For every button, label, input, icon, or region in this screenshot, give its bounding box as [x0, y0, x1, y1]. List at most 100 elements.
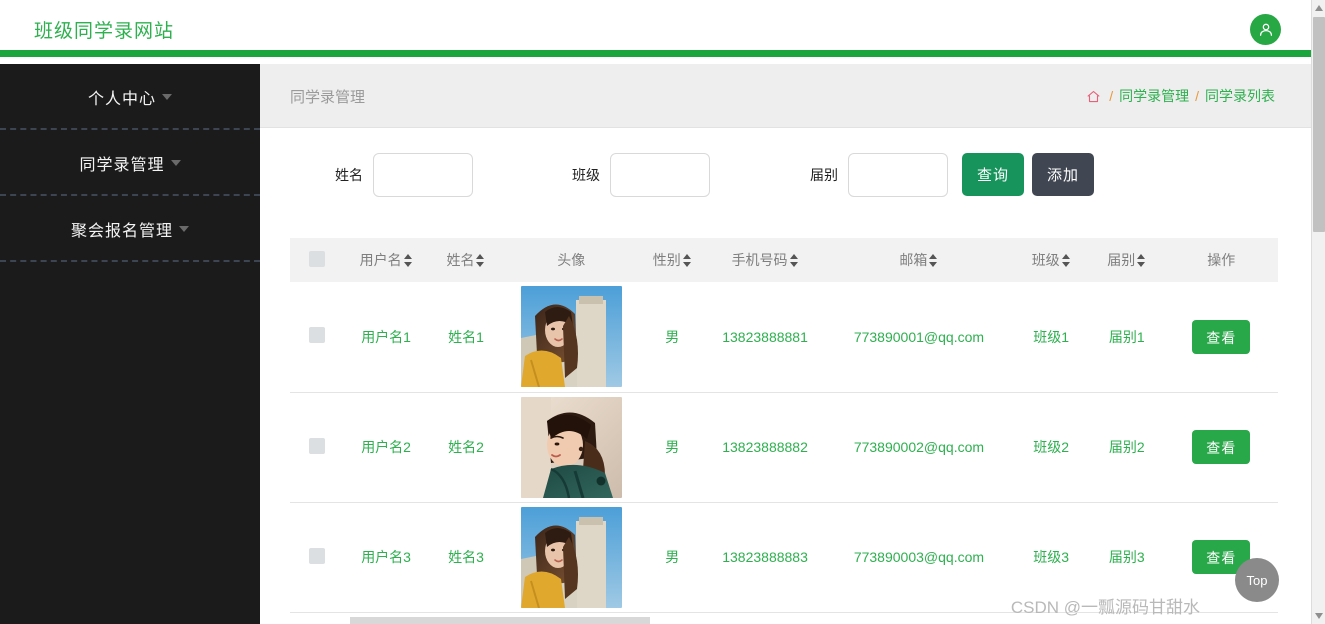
vertical-scrollbar[interactable] — [1311, 0, 1325, 624]
sort-icon[interactable] — [1061, 254, 1071, 267]
main-content: 同学录管理 / 同学录管理 / 同学录列表 姓名 班级 届别 查询 添加 用户名… — [260, 64, 1311, 624]
chevron-down-icon — [179, 226, 189, 232]
search-label-batch: 届别 — [810, 166, 838, 183]
cell-name: 姓名1 — [428, 282, 504, 393]
sidebar-item-label: 聚会报名管理 — [70, 223, 173, 240]
table-body: 用户名1 姓名1 男 13823888881 773890001@qq.com … — [290, 282, 1278, 613]
page-title: 同学录管理 — [290, 89, 366, 106]
column-batch-label: 届别 — [1107, 252, 1136, 268]
sidebar-item-reunion-signup-management[interactable]: 聚会报名管理 — [0, 196, 260, 262]
row-select-cell[interactable] — [290, 392, 344, 503]
column-select-all[interactable] — [290, 238, 344, 282]
chevron-down-icon — [170, 160, 181, 166]
cell-phone: 13823888883 — [705, 502, 825, 613]
cell-sex: 男 — [638, 502, 706, 613]
sidebar-item-label: 个人中心 — [87, 91, 156, 108]
cell-email: 773890002@qq.com — [824, 392, 1014, 503]
cell-name: 姓名2 — [428, 392, 504, 503]
cell-sex: 男 — [638, 282, 706, 393]
cell-avatar — [503, 502, 639, 613]
sort-icon[interactable] — [682, 254, 692, 267]
cell-username: 用户名1 — [343, 282, 429, 393]
cell-avatar — [503, 282, 639, 393]
search-label-name: 姓名 — [335, 166, 363, 183]
row-checkbox[interactable] — [308, 327, 325, 344]
add-button[interactable]: 添加 — [1032, 153, 1094, 196]
sidebar-item-yearbook-management[interactable]: 同学录管理 — [0, 130, 260, 196]
search-label-class: 班级 — [572, 166, 600, 183]
query-button[interactable]: 查询 — [962, 153, 1024, 196]
column-username-label: 用户名 — [359, 252, 402, 268]
top-header: 班级同学录网站 — [0, 0, 1311, 57]
breadcrumb-item-yearbook-list[interactable]: 同学录列表 — [1205, 86, 1275, 106]
app-root: 班级同学录网站 个人中心 同学录管理 聚会报名管理 同学录管理 / 同学录管理 … — [0, 0, 1325, 624]
view-button[interactable]: 查看 — [1192, 430, 1251, 464]
column-phone[interactable]: 手机号码 — [705, 238, 825, 282]
cell-email: 773890001@qq.com — [824, 282, 1014, 393]
cell-username: 用户名3 — [343, 502, 429, 613]
cell-batch: 届别2 — [1088, 392, 1165, 503]
user-icon — [1259, 23, 1272, 36]
row-checkbox[interactable] — [308, 547, 325, 564]
column-avatar: 头像 — [503, 238, 639, 282]
table-header-row: 用户名 姓名 头像 性别 手机号码 邮箱 班级 届别 操作 — [290, 238, 1278, 282]
table-header: 用户名 姓名 头像 性别 手机号码 邮箱 班级 届别 操作 — [290, 238, 1278, 282]
scroll-down-icon[interactable] — [1315, 613, 1323, 619]
sort-icon[interactable] — [476, 254, 485, 267]
sort-icon[interactable] — [1137, 254, 1146, 267]
cell-operations: 查看 — [1164, 282, 1278, 393]
row-checkbox[interactable] — [308, 437, 325, 454]
site-brand: 班级同学录网站 — [34, 21, 175, 42]
row-select-cell[interactable] — [290, 282, 344, 393]
sidebar: 个人中心 同学录管理 聚会报名管理 — [0, 64, 260, 624]
column-class-label: 班级 — [1031, 252, 1060, 268]
scroll-to-top-button[interactable]: Top — [1235, 558, 1279, 602]
column-sex-label: 性别 — [652, 252, 681, 268]
breadcrumb-item-yearbook-management[interactable]: 同学录管理 — [1119, 86, 1189, 106]
sidebar-item-label: 同学录管理 — [79, 157, 165, 174]
data-table-wrapper: 用户名 姓名 头像 性别 手机号码 邮箱 班级 届别 操作 用户名1 姓名1 男… — [290, 238, 1278, 613]
user-avatar-button[interactable] — [1250, 14, 1281, 45]
search-input-class[interactable] — [610, 152, 710, 197]
avatar — [520, 506, 622, 608]
column-email[interactable]: 邮箱 — [824, 238, 1014, 282]
column-class[interactable]: 班级 — [1013, 238, 1089, 282]
cell-username: 用户名2 — [343, 392, 429, 503]
row-select-cell[interactable] — [290, 502, 344, 613]
column-name-label: 姓名 — [446, 252, 475, 268]
cell-name: 姓名3 — [428, 502, 504, 613]
column-avatar-label: 头像 — [557, 252, 586, 268]
table-row: 用户名2 姓名2 男 13823888882 773890002@qq.com … — [290, 392, 1278, 503]
home-icon[interactable] — [1086, 89, 1101, 104]
cell-class: 班级2 — [1013, 392, 1089, 503]
horizontal-scrollbar[interactable] — [350, 617, 650, 624]
search-field-name: 姓名 — [335, 152, 473, 197]
table-row: 用户名1 姓名1 男 13823888881 773890001@qq.com … — [290, 282, 1278, 393]
search-input-batch[interactable] — [848, 152, 948, 197]
cell-batch: 届别1 — [1088, 282, 1165, 393]
sort-icon[interactable] — [929, 254, 938, 267]
search-input-name[interactable] — [373, 152, 473, 197]
scroll-up-icon[interactable] — [1315, 5, 1323, 11]
column-name[interactable]: 姓名 — [428, 238, 504, 282]
column-batch[interactable]: 届别 — [1088, 238, 1165, 282]
breadcrumb: / 同学录管理 / 同学录列表 — [1086, 86, 1275, 106]
data-table: 用户名 姓名 头像 性别 手机号码 邮箱 班级 届别 操作 用户名1 姓名1 男… — [290, 238, 1278, 613]
cell-class: 班级1 — [1013, 282, 1089, 393]
breadcrumb-separator: / — [1109, 88, 1114, 104]
scrollbar-thumb[interactable] — [1313, 17, 1325, 232]
column-operations: 操作 — [1164, 238, 1278, 282]
select-all-checkbox[interactable] — [308, 250, 325, 267]
cell-sex: 男 — [638, 392, 706, 503]
search-toolbar: 姓名 班级 届别 查询 添加 — [260, 128, 1311, 221]
sort-icon[interactable] — [789, 254, 799, 267]
portrait-image — [520, 396, 622, 498]
sort-icon[interactable] — [403, 254, 413, 267]
column-operations-label: 操作 — [1207, 252, 1236, 268]
column-username[interactable]: 用户名 — [343, 238, 429, 282]
view-button[interactable]: 查看 — [1192, 319, 1251, 354]
chevron-down-icon — [162, 94, 172, 100]
sidebar-item-personal-center[interactable]: 个人中心 — [0, 64, 260, 130]
column-sex[interactable]: 性别 — [638, 238, 706, 282]
cell-phone: 13823888881 — [705, 282, 825, 393]
